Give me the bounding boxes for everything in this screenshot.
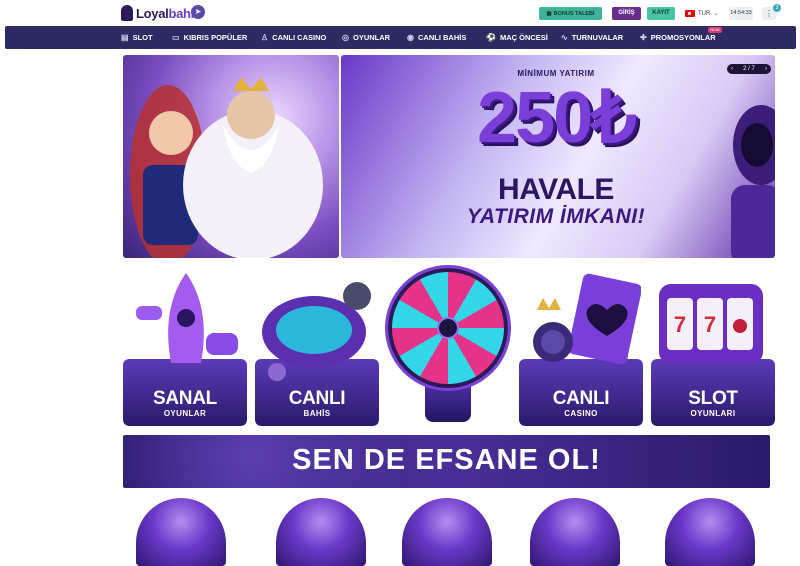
login-button[interactable]: GİRİŞ: [612, 7, 641, 20]
trend-icon: ∿: [561, 33, 568, 42]
language-selector[interactable]: TUR ⌄: [685, 7, 718, 20]
chevron-right-icon[interactable]: ›: [765, 66, 767, 72]
wheel-stand: [425, 384, 471, 422]
philosopher-statue-image[interactable]: [665, 498, 755, 566]
svg-text:7: 7: [704, 312, 716, 337]
category-slot-oyunlari[interactable]: 7 7 SLOT OYUNLARI: [651, 264, 775, 426]
slot-icon: ▤: [121, 33, 129, 42]
site-logo[interactable]: Loyalbahis: [121, 4, 201, 22]
knight-statue-image[interactable]: [402, 498, 492, 566]
slot-machine-icon: 7 7: [659, 284, 763, 364]
category-title: CANLI: [552, 388, 610, 409]
goddess-statue-image[interactable]: [276, 498, 366, 566]
nav-item-canli-casino[interactable]: ♙ CANLI CASINO: [261, 26, 326, 49]
nav-item-turnuvalar[interactable]: ∿ TURNUVALAR: [561, 26, 623, 49]
nav-item-oyunlar[interactable]: ◎ OYUNLAR: [342, 26, 390, 49]
category-subtitle: BAHİS: [303, 409, 331, 418]
nav-label: SLOT: [132, 33, 153, 42]
clock: 14:54:33: [729, 7, 753, 20]
god-statue-image[interactable]: [136, 498, 226, 566]
game-icon: ◎: [342, 33, 349, 42]
nav-label: PROMOSYONLAR: [650, 33, 716, 42]
category-subtitle: OYUNLAR: [163, 409, 207, 418]
category-title: SANAL: [153, 388, 217, 409]
language-label: TUR: [698, 10, 711, 17]
category-subtitle: OYUNLARI: [690, 409, 736, 418]
ball-icon: ⚽: [486, 33, 496, 42]
notification-badge: 3: [773, 4, 781, 12]
carousel-pager[interactable]: ‹ 2 / 7 ›: [727, 64, 771, 74]
hero-main-banner[interactable]: MİNİMUM YATIRIM 250₺ HAVALE YATIRIM İMKA…: [341, 55, 775, 258]
promo-tagline: YATIRIM İMKANI!: [466, 205, 646, 228]
legend-banner[interactable]: SEN DE EFSANE OL!: [123, 435, 770, 488]
robot-figure-illustration: [731, 105, 775, 258]
category-tiles: SANAL OYUNLAR CANLI BAHİS CANLI CASINO 7…: [123, 264, 775, 428]
telegram-icon[interactable]: ➤: [191, 5, 205, 19]
nav-item-slot[interactable]: ▤ SLOT: [121, 26, 153, 49]
nav-label: OYUNLAR: [352, 33, 391, 42]
rocket-icon: [136, 273, 238, 363]
ticket-icon: ▭: [172, 33, 180, 42]
wheel-of-fortune-tile[interactable]: [387, 266, 509, 424]
category-sanal-oyunlar[interactable]: SANAL OYUNLAR: [123, 264, 247, 426]
queen-statue-image[interactable]: [530, 498, 620, 566]
hero-side-banner[interactable]: [123, 55, 339, 258]
nav-label: MAÇ ÖNCESİ: [499, 33, 548, 42]
nav-item-mac-oncesi[interactable]: ⚽ MAÇ ÖNCESİ: [486, 26, 548, 49]
main-nav: ▤ SLOT ▭ KIBRIS POPÜLER ♙ CANLI CASINO ◎ OYU…: [5, 26, 796, 49]
nav-item-promosyonlar[interactable]: ✚ PROMOSYONLAR: [640, 26, 716, 49]
register-button[interactable]: KAYIT: [647, 7, 675, 20]
gift-icon: ✚: [640, 33, 647, 42]
stadium-icon: [262, 282, 371, 381]
bonus-request-button[interactable]: ▦ BONUS TALEBİ: [539, 7, 602, 20]
logo-knight-icon: [121, 5, 133, 21]
nav-label: CANLI BAHİS: [417, 33, 467, 42]
chevron-down-icon: ⌄: [713, 11, 719, 17]
category-subtitle: CASINO: [564, 409, 598, 418]
wheel-hub: [437, 317, 459, 339]
nav-item-canli-bahis[interactable]: ◉ CANLI BAHİS: [407, 26, 466, 49]
promo-amount: 250₺: [477, 78, 637, 158]
nav-label: TURNUVALAR: [571, 33, 624, 42]
category-title: CANLI: [288, 388, 346, 409]
promo-method: HAVALE: [498, 173, 614, 206]
category-canli-casino[interactable]: CANLI CASINO: [519, 264, 643, 426]
live-icon: ◉: [407, 33, 414, 42]
top-header: Loyalbahis ➤ ▦ BONUS TALEBİ GİRİŞ KAYIT …: [0, 0, 800, 26]
category-title: SLOT: [688, 388, 738, 409]
category-canli-bahis[interactable]: CANLI BAHİS: [255, 264, 379, 426]
banner-text: SEN DE EFSANE OL!: [292, 444, 601, 476]
pager-text: 2 / 7: [743, 66, 755, 72]
nav-label: CANLI CASINO: [272, 33, 327, 42]
bonus-request-label: BONUS TALEBİ: [553, 10, 595, 17]
calendar-icon: ▦: [546, 10, 552, 17]
dealer-icon: ♙: [261, 33, 269, 42]
chevron-left-icon[interactable]: ‹: [731, 66, 733, 72]
nav-label: KIBRIS POPÜLER: [183, 33, 248, 42]
nav-item-kibris-populer[interactable]: ▭ KIBRIS POPÜLER: [172, 26, 247, 49]
turkey-flag-icon: [685, 10, 695, 17]
playing-card-icon: [533, 273, 641, 365]
gods-illustration: [130, 77, 323, 258]
new-badge: NEW: [708, 27, 722, 33]
svg-text:7: 7: [674, 312, 686, 337]
